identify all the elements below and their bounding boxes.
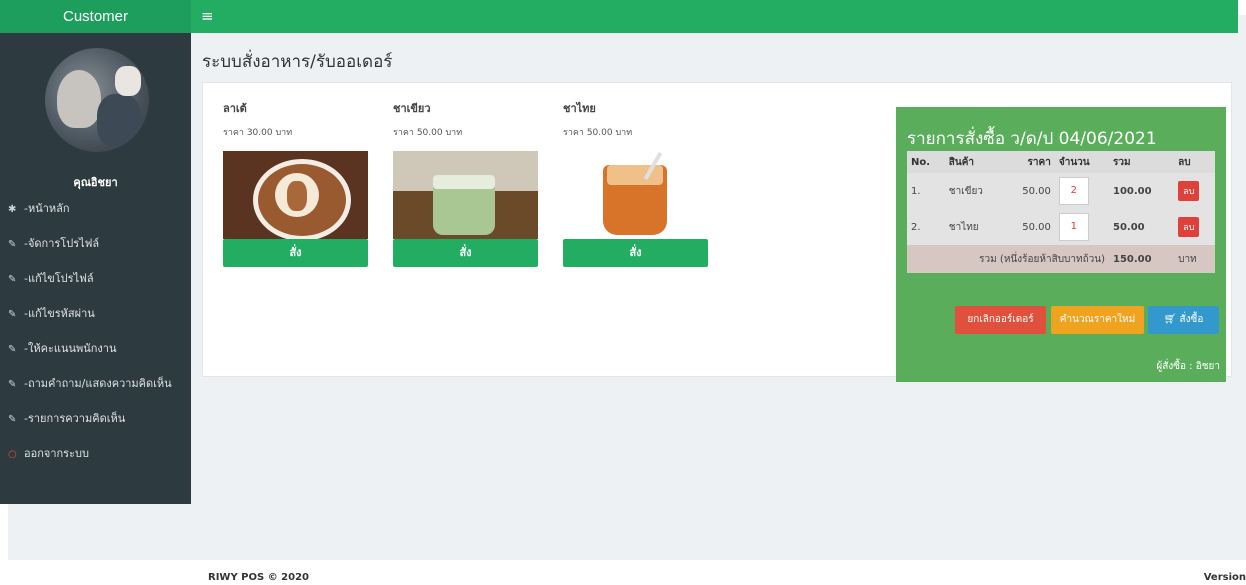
row-total: 50.00: [1109, 209, 1175, 245]
avatar: [45, 48, 149, 152]
total-unit: บาท: [1174, 245, 1215, 273]
sidebar-item-manage-profile[interactable]: ✎ -จัดการโปรไฟล์: [0, 226, 191, 261]
product-image-thai-tea: [563, 151, 708, 239]
delete-button[interactable]: ลบ: [1178, 217, 1200, 237]
sidebar: คุณอิชยา ✱ -หน้าหลัก ✎ -จัดการโปรไฟล์ ✎ -แก…: [0, 33, 191, 504]
order-button-latte[interactable]: สั่ง: [223, 239, 368, 267]
col-header: รวม: [1109, 151, 1175, 173]
row-price: 50.00: [1003, 209, 1055, 245]
row-qty-cell: 1: [1054, 209, 1109, 245]
edit-icon: ✎: [8, 239, 17, 250]
row-total: 100.00: [1109, 173, 1175, 209]
cart-icon: 🛒︎: [1163, 314, 1180, 325]
col-header: No.: [907, 151, 945, 173]
edit-icon: ✎: [8, 344, 17, 355]
edit-icon: ✎: [8, 379, 17, 390]
col-header: จำนวน: [1054, 151, 1109, 173]
menu-toggle-icon[interactable]: ≡: [201, 7, 214, 25]
product-price: ราคา 50.00 บาท: [563, 128, 633, 138]
edit-icon: ✎: [8, 274, 17, 285]
username: คุณอิชยา: [73, 176, 118, 189]
footer-version: Version: [1203, 572, 1246, 583]
edit-icon: ✎: [8, 414, 17, 425]
sidebar-item-edit-profile[interactable]: ✎ -แก้ไขโปรไฟล์: [0, 261, 191, 296]
sidebar-item-label: -ให้คะแนนพนักงาน: [24, 342, 117, 355]
product-name: ลาเต้: [223, 102, 247, 115]
page-title: ระบบสั่งอาหาร/รับออเดอร์: [202, 52, 393, 72]
home-icon: ✱: [8, 204, 17, 215]
sidebar-menu: ✱ -หน้าหลัก ✎ -จัดการโปรไฟล์ ✎ -แก้ไขโปรไฟล…: [0, 191, 191, 471]
top-bar: ≡: [191, 0, 1238, 33]
footer-copyright: RIWY POS © 2020: [208, 572, 310, 583]
total-row: รวม (หนึ่งร้อยห้าสิบบาทถ้วน) 150.00 บาท: [907, 245, 1215, 273]
sidebar-item-label: ออกจากระบบ: [24, 447, 89, 460]
order-button-green-tea[interactable]: สั่ง: [393, 239, 538, 267]
order-title: รายการสั่งซื้อ ว/ด/ป 04/06/2021: [907, 129, 1157, 149]
product-image-latte: [223, 151, 368, 239]
sidebar-item-comments[interactable]: ✎ -รายการความคิดเห็น: [0, 401, 191, 436]
logout-icon: ○: [8, 449, 17, 460]
product-card-green-tea: ชาเขียว ราคา 50.00 บาท สั่ง: [393, 99, 538, 267]
sidebar-item-label: -หน้าหลัก: [24, 202, 70, 215]
cancel-order-button[interactable]: ยกเลิกออร์เดอร์: [955, 306, 1046, 334]
table-row: 2. ชาไทย 50.00 1 50.00 ลบ: [907, 209, 1215, 245]
sidebar-item-label: -แก้ไขโปรไฟล์: [24, 272, 94, 285]
delete-button[interactable]: ลบ: [1178, 181, 1200, 201]
product-name: ชาไทย: [563, 102, 596, 115]
edit-icon: ✎: [8, 309, 17, 320]
quantity-input[interactable]: 2: [1058, 177, 1089, 205]
row-qty-cell: 2: [1054, 173, 1109, 209]
product-price: ราคา 50.00 บาท: [393, 128, 463, 138]
row-number: 1.: [907, 173, 945, 209]
row-number: 2.: [907, 209, 945, 245]
sidebar-item-logout[interactable]: ○ ออกจากระบบ: [0, 436, 191, 471]
col-header: สินค้า: [944, 151, 1004, 173]
table-row: 1. ชาเขียว 50.00 2 100.00 ลบ: [907, 173, 1215, 209]
row-price: 50.00: [1003, 173, 1055, 209]
order-table: No. สินค้า ราคา จำนวน รวม ลบ 1. ชาเขียว …: [907, 151, 1215, 273]
product-price: ราคา 30.00 บาท: [223, 128, 293, 138]
order-button-thai-tea[interactable]: สั่ง: [563, 239, 708, 267]
sidebar-item-label: -จัดการโปรไฟล์: [24, 237, 100, 250]
product-name: ชาเขียว: [393, 102, 431, 115]
product-image-green-tea: [393, 151, 538, 239]
place-order-button[interactable]: 🛒︎ สั่งซื้อ: [1148, 306, 1219, 334]
sidebar-item-label: -แก้ไขรหัสผ่าน: [24, 307, 95, 320]
sidebar-item-rate-staff[interactable]: ✎ -ให้คะแนนพนักงาน: [0, 331, 191, 366]
row-delete-cell: ลบ: [1174, 209, 1215, 245]
sidebar-item-change-password[interactable]: ✎ -แก้ไขรหัสผ่าน: [0, 296, 191, 331]
order-table-header: No. สินค้า ราคา จำนวน รวม ลบ: [907, 151, 1215, 173]
product-card-latte: ลาเต้ ราคา 30.00 บาท สั่ง: [223, 99, 368, 267]
order-panel: รายการสั่งซื้อ ว/ด/ป 04/06/2021 No. สินค…: [896, 107, 1226, 382]
recalculate-button[interactable]: คำนวณราคาใหม่: [1051, 306, 1144, 334]
buyer-label: ผู้สั่งซื้อ : อิชยา: [1156, 361, 1220, 372]
total-label: รวม (หนึ่งร้อยห้าสิบบาทถ้วน): [907, 245, 1109, 273]
row-product: ชาเขียว: [944, 173, 1004, 209]
total-value: 150.00: [1109, 245, 1175, 273]
sidebar-item-ask-question[interactable]: ✎ -ถามคำถาม/แสดงความคิดเห็น: [0, 366, 191, 401]
col-header: ลบ: [1174, 151, 1215, 173]
row-product: ชาไทย: [944, 209, 1004, 245]
sidebar-item-label: -ถามคำถาม/แสดงความคิดเห็น: [24, 377, 172, 390]
col-header: ราคา: [1003, 151, 1055, 173]
product-card-thai-tea: ชาไทย ราคา 50.00 บาท สั่ง: [563, 99, 708, 267]
sidebar-item-home[interactable]: ✱ -หน้าหลัก: [0, 191, 191, 226]
sidebar-item-label: -รายการความคิดเห็น: [24, 412, 126, 425]
quantity-input[interactable]: 1: [1058, 213, 1089, 241]
row-delete-cell: ลบ: [1174, 173, 1215, 209]
place-order-label: สั่งซื้อ: [1179, 314, 1204, 325]
brand-title[interactable]: Customer: [0, 0, 191, 33]
